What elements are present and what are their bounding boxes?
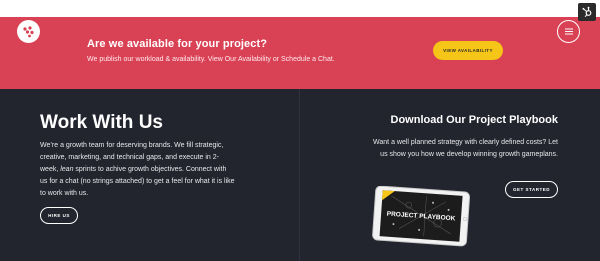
work-with-us-title: Work With Us (40, 112, 163, 133)
section-divider (299, 89, 300, 261)
availability-banner: Are we available for your project? We pu… (0, 17, 600, 89)
hubspot-sprocket-icon[interactable] (578, 3, 596, 21)
playbook-body: Want a well planned strategy with clearl… (373, 139, 558, 158)
hire-us-button[interactable]: HIRE US (40, 207, 78, 224)
banner-subtitle: We publish our workload & availability. … (87, 56, 335, 63)
hamburger-menu-icon[interactable] (557, 20, 580, 43)
playbook-title: Download Our Project Playbook (390, 114, 558, 126)
top-bar (0, 0, 600, 17)
playbook-tablet-image: PROJECT PLAYBOOK (372, 186, 471, 247)
get-started-button[interactable]: GET STARTED (505, 181, 558, 198)
brand-logo-icon[interactable] (17, 20, 40, 43)
work-with-us-body: We’re a growth team for deserving brands… (40, 142, 235, 197)
banner-title: Are we available for your project? (87, 38, 268, 50)
view-availability-button[interactable]: VIEW AVAILABILITY (433, 41, 503, 60)
